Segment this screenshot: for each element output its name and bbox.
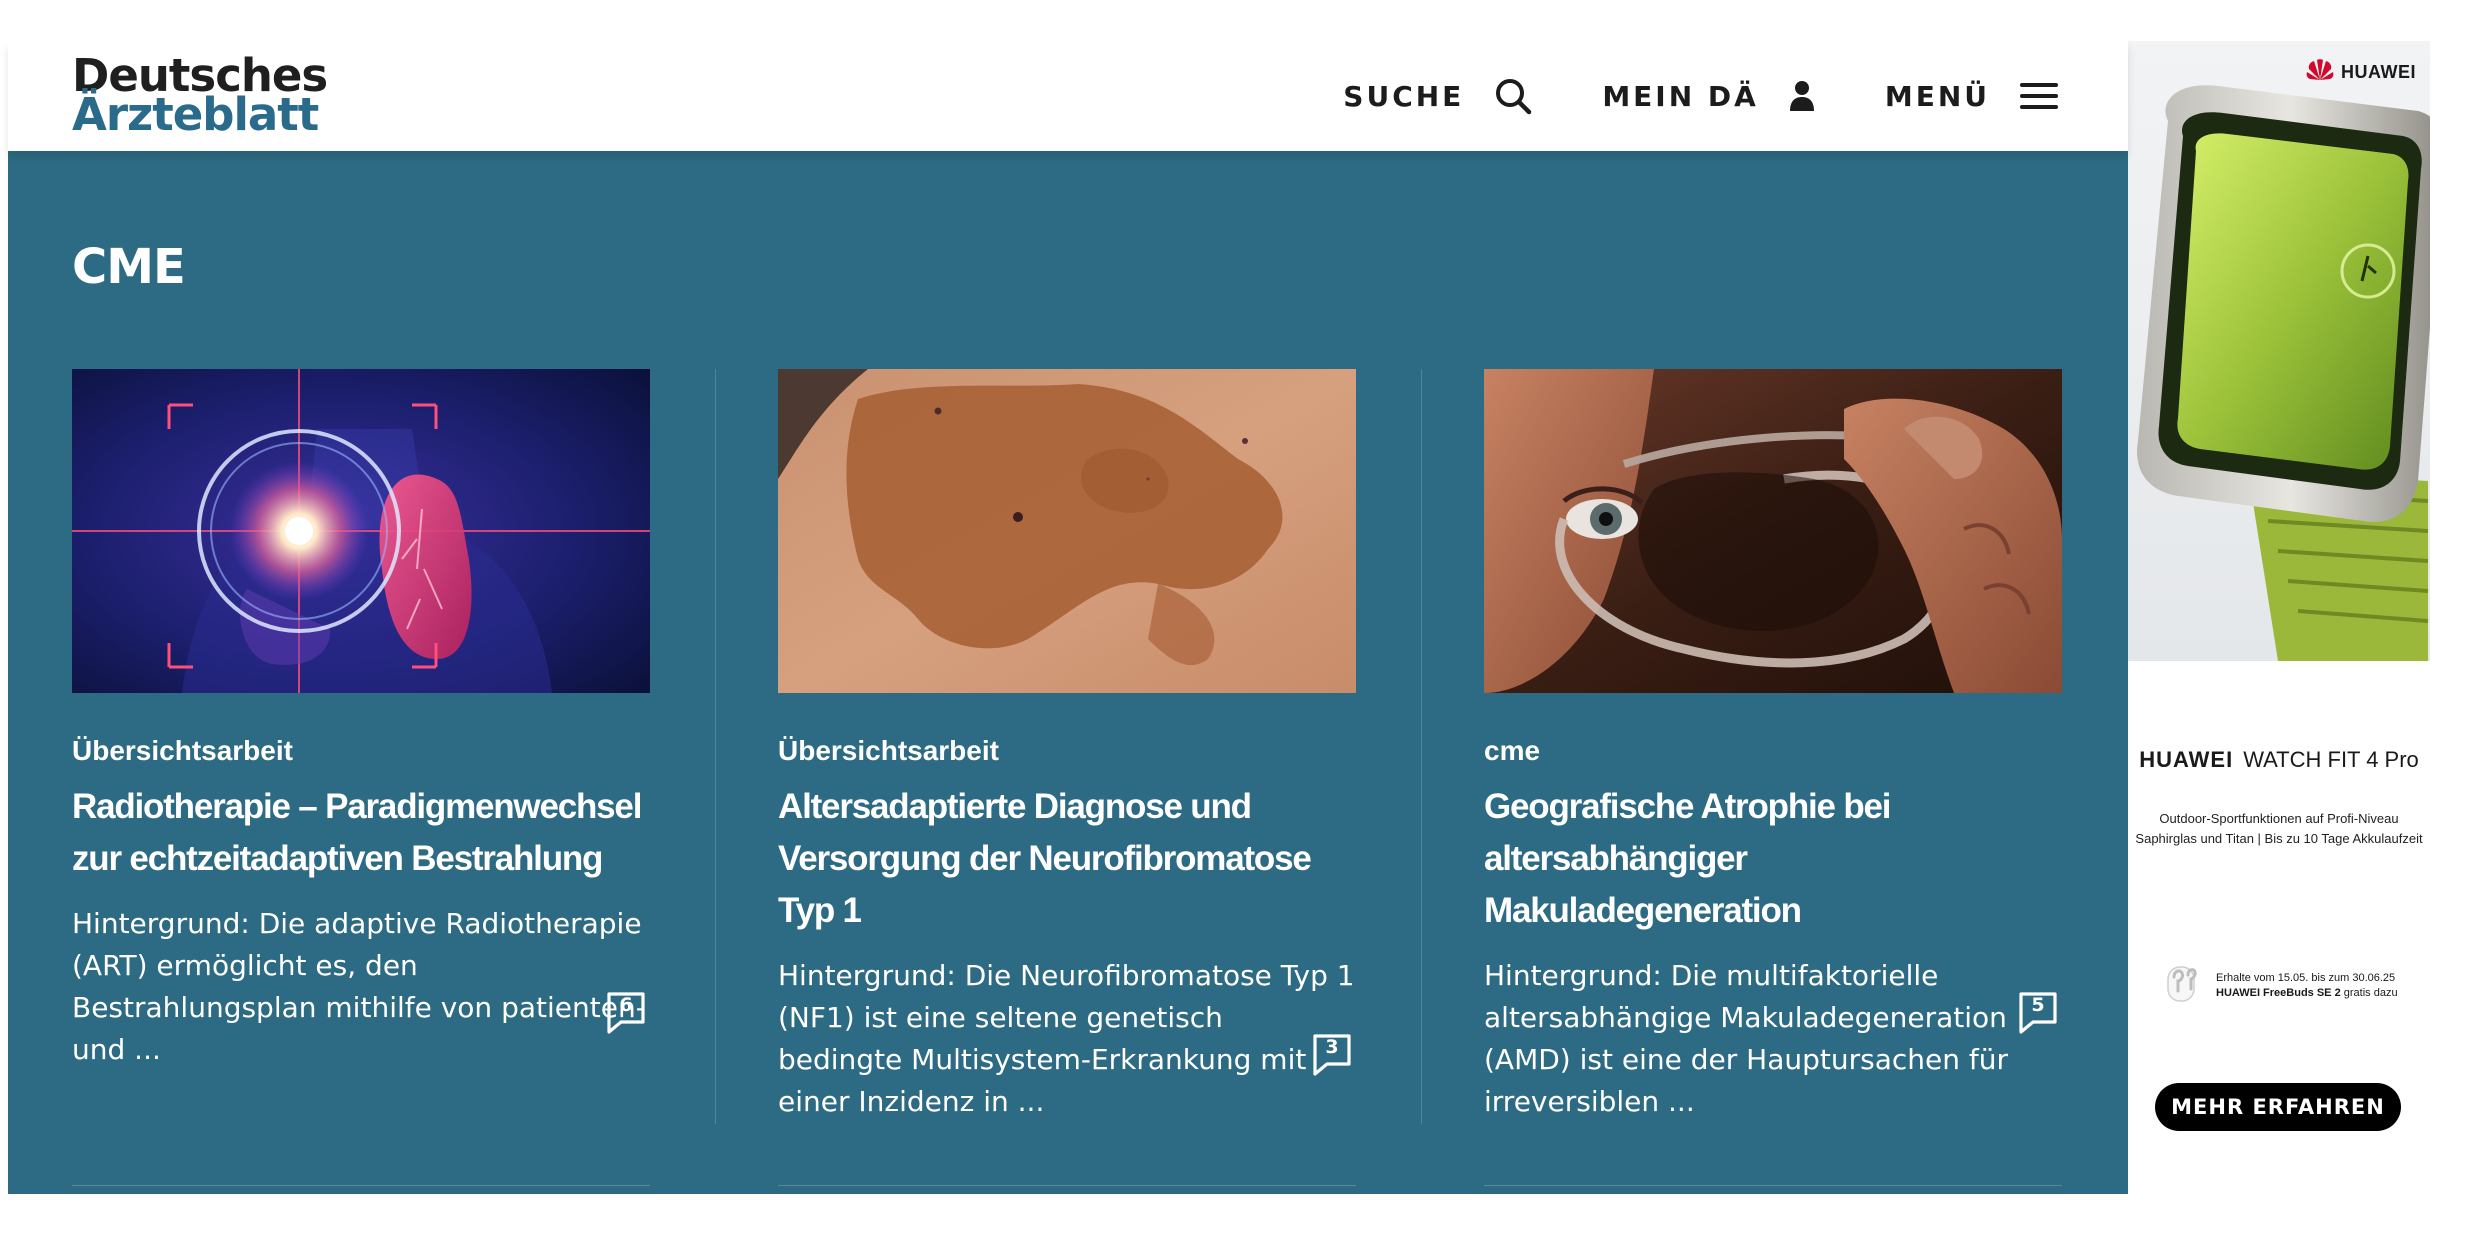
ad-feature-line: Outdoor-Sportfunktionen auf Profi-Niveau	[2159, 811, 2399, 826]
search-icon	[1494, 77, 1532, 115]
ad-promo-suffix: gratis dazu	[2340, 986, 2398, 999]
cme-section: CME Übersichtsarbeit Radiotherapie – Par…	[8, 151, 2128, 1194]
card-image-eye-glasses[interactable]	[1484, 369, 2062, 693]
hamburger-icon	[2020, 81, 2058, 111]
ad-product-brand: HUAWEI	[2139, 747, 2234, 772]
row-divider	[72, 1185, 650, 1186]
card-kicker: cme	[1484, 735, 1541, 766]
ad-product-name: HUAWEI WATCH FIT 4 Pro	[2128, 747, 2430, 773]
ad-promo-line: Erhalte vom 15.05. bis zum 30.06.25	[2216, 971, 2396, 984]
card-title[interactable]: Geografische Atrophie bei altersabhängig…	[1484, 781, 2062, 937]
site-logo[interactable]: Deutsches Ärzteblatt	[72, 53, 328, 141]
menu-button[interactable]: MENÜ	[1885, 80, 2058, 113]
column-divider	[1421, 369, 1422, 1124]
card-title[interactable]: Altersadaptierte Diagnose und Versorgung…	[778, 781, 1356, 937]
menu-label: MENÜ	[1884, 79, 1990, 113]
ad-brand-text: HUAWEI	[2341, 62, 2416, 82]
account-label: MEIN DÄ	[1602, 79, 1759, 113]
comment-count-badge[interactable]: 3	[1312, 1033, 1352, 1077]
ad-promo-text: Erhalte vom 15.05. bis zum 30.06.25 HUAW…	[2216, 971, 2398, 1001]
advertisement-huawei[interactable]: HUAWEI HUAWEI WATCH FIT 4 Pro Outdoor-Spo…	[2128, 41, 2430, 1194]
comment-count-badge[interactable]: 6	[606, 991, 646, 1035]
card-image-lung-radiation[interactable]	[72, 369, 650, 693]
ad-promo: Erhalte vom 15.05. bis zum 30.06.25 HUAW…	[2162, 959, 2398, 1012]
main-nav: SUCHE MEIN DÄ MENÜ	[1343, 41, 2058, 151]
comment-count: 6	[619, 994, 633, 1016]
card-teaser: Hintergrund: Die adaptive Radiotherapie …	[72, 907, 646, 1066]
row-divider	[778, 1185, 1356, 1186]
card-kicker: Übersichtsarbeit	[778, 735, 999, 766]
card-teaser: Hintergrund: Die multifaktorielle alters…	[1484, 959, 2009, 1118]
ad-feature-line: Saphirglas und Titan | Bis zu 10 Tage Ak…	[2135, 831, 2423, 846]
search-button[interactable]: SUCHE	[1343, 77, 1532, 115]
user-icon	[1789, 80, 1815, 112]
ad-brand: HUAWEI	[2305, 59, 2416, 86]
ad-image-smartwatch[interactable]	[2128, 41, 2430, 661]
huawei-logo-icon	[2305, 59, 2335, 86]
article-card-makuladegeneration[interactable]: cme Geografische Atrophie bei altersabhä…	[1484, 369, 2062, 1149]
account-button[interactable]: MEIN DÄ	[1602, 80, 1815, 113]
search-label: SUCHE	[1343, 79, 1465, 113]
article-card-neurofibromatose[interactable]: Übersichtsarbeit Altersadaptierte Diagno…	[778, 369, 1356, 1149]
card-teaser: Hintergrund: Die Neurofibromatose Typ 1 …	[778, 959, 1355, 1118]
comment-count: 3	[1325, 1036, 1339, 1058]
card-image-skin-patch[interactable]	[778, 369, 1356, 693]
site-header: Deutsches Ärzteblatt SUCHE MEIN DÄ MENÜ	[8, 41, 2128, 151]
logo-line-2: Ärzteblatt	[72, 88, 319, 141]
ad-features: Outdoor-Sportfunktionen auf Profi-Niveau…	[2128, 809, 2430, 849]
article-card-radiotherapie[interactable]: Übersichtsarbeit Radiotherapie – Paradig…	[72, 369, 650, 1149]
section-title[interactable]: CME	[72, 239, 186, 295]
column-divider	[715, 369, 716, 1124]
card-title[interactable]: Radiotherapie – Paradigmenwechsel zur ec…	[72, 781, 650, 885]
card-kicker: Übersichtsarbeit	[72, 735, 293, 766]
ad-cta-button[interactable]: MEHR ERFAHREN	[2155, 1083, 2401, 1131]
row-divider	[1484, 1185, 2062, 1186]
ad-product-model: WATCH FIT 4 Pro	[2243, 747, 2419, 772]
ad-promo-product: HUAWEI FreeBuds SE 2	[2216, 986, 2341, 999]
comment-count-badge[interactable]: 5	[2018, 991, 2058, 1035]
comment-count: 5	[2031, 994, 2045, 1016]
earbuds-icon	[2162, 959, 2202, 1012]
